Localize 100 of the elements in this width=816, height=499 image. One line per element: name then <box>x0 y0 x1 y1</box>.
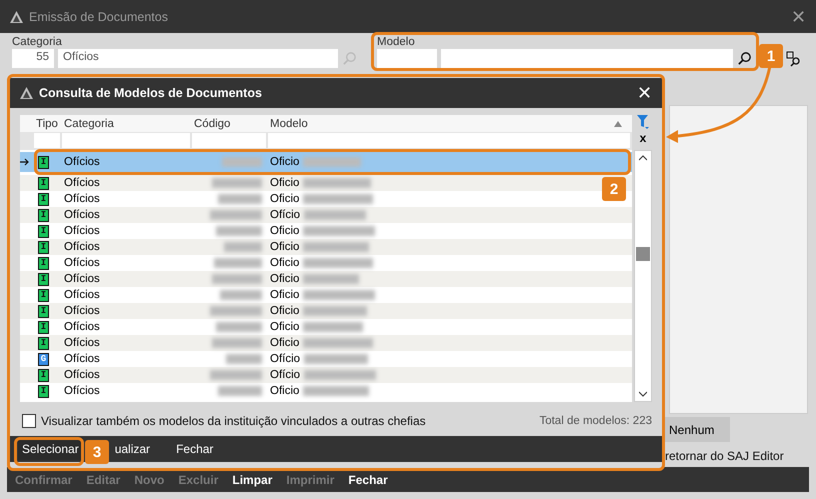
dialog-button[interactable]: ualizar <box>110 438 154 460</box>
table-row[interactable]: I Ofícios Oficio <box>20 239 632 255</box>
table-cell-text: Ofícios <box>63 321 101 333</box>
blurred-code <box>222 157 262 167</box>
model-field[interactable] <box>441 49 733 68</box>
table-row[interactable]: I Ofícios Ofício <box>20 367 632 383</box>
filter-icon[interactable] <box>636 115 650 130</box>
type-badge: G <box>38 352 49 366</box>
table-cell-text: Ofícios <box>63 257 101 269</box>
type-badge: I <box>38 176 49 190</box>
blurred-code <box>212 274 262 284</box>
sort-icon[interactable] <box>614 120 622 126</box>
tool-icon[interactable] <box>786 50 802 66</box>
current-row-icon <box>20 158 30 166</box>
table-cell-text: Ofícios <box>63 385 101 397</box>
toolbar-button[interactable]: Fechar <box>348 472 388 486</box>
type-badge: I <box>38 384 49 398</box>
logo-icon <box>10 10 23 22</box>
blurred-code <box>216 226 262 236</box>
column-header[interactable]: Código <box>192 118 268 130</box>
blurred-code <box>212 338 262 348</box>
type-badge: I <box>38 156 49 168</box>
close-icon[interactable]: ✕ <box>791 8 806 26</box>
close-icon[interactable]: ✕ <box>637 84 652 102</box>
table-cell-text: Ofícios <box>63 273 101 285</box>
table-cell-text: Oficio <box>269 289 300 301</box>
table-cell-text: Ofícios <box>63 156 101 168</box>
hint-text: retornar do SAJ Editor <box>664 448 785 463</box>
table-cell-text: Oficio <box>269 257 300 269</box>
window-title: Emissão de Documentos <box>29 10 169 24</box>
table-cell-text: Oficio <box>269 305 300 317</box>
blurred-code <box>226 354 262 364</box>
blurred-code <box>210 210 262 220</box>
step-badge: 3 <box>85 440 109 464</box>
table-cell-text: Oficio <box>269 156 300 168</box>
blurred-code <box>218 386 262 396</box>
table-cell-text: Ofícios <box>63 305 101 317</box>
blurred-name <box>304 210 366 220</box>
logo-icon <box>20 87 33 99</box>
table-row[interactable]: I Ofícios Oficio <box>20 271 632 287</box>
blurred-name <box>303 322 364 332</box>
type-badge: I <box>38 192 49 206</box>
table-row[interactable]: I Ofícios Ofício <box>20 207 632 223</box>
blurred-code <box>210 306 262 316</box>
filter-field[interactable] <box>268 133 630 148</box>
type-badge: I <box>38 256 49 270</box>
table-cell-text: Oficio <box>269 337 300 349</box>
column-header[interactable]: Modelo <box>268 118 614 130</box>
table-cell-text: Oficio <box>269 241 300 253</box>
type-badge: I <box>38 320 49 334</box>
table-cell-text: Oficio <box>269 273 300 285</box>
filter-field[interactable] <box>62 133 190 148</box>
clear-filter-button[interactable]: x <box>640 130 646 146</box>
code-field[interactable] <box>377 49 437 68</box>
filter-field[interactable] <box>34 133 60 148</box>
blurred-name <box>303 157 362 167</box>
type-badge: I <box>38 336 49 350</box>
table-cell-text: Oficio <box>269 193 300 205</box>
checkbox[interactable] <box>22 414 36 428</box>
blurred-name <box>303 338 374 348</box>
table-cell-text: Ofícios <box>63 225 101 237</box>
blurred-name <box>303 258 374 268</box>
field-label: Categoria <box>12 36 62 48</box>
type-badge: I <box>38 240 49 254</box>
column-header[interactable]: Tipo <box>34 118 62 130</box>
table-cell-text: Ofícios <box>63 289 101 301</box>
table-cell-text: Ofício <box>269 369 300 381</box>
table-row[interactable]: I Ofícios Oficio <box>20 303 632 319</box>
dialog-button[interactable]: Fechar <box>172 438 218 460</box>
scrollbar[interactable] <box>634 150 652 402</box>
scrollbar-thumb[interactable] <box>636 247 650 261</box>
blurred-code <box>210 370 262 380</box>
table-cell-text: Oficio <box>269 225 300 237</box>
table-cell-text: Ofício <box>269 209 300 221</box>
table-cell-text: Ofícios <box>63 193 101 205</box>
code-field[interactable]: 55 <box>12 49 54 68</box>
blurred-name <box>303 274 360 284</box>
blurred-code <box>224 242 262 252</box>
category-field[interactable]: Ofícios <box>58 49 338 68</box>
dialog-title: Consulta de Modelos de Documentos <box>39 86 263 100</box>
blurred-name <box>303 242 370 252</box>
toolbar-button[interactable]: Limpar <box>232 472 272 486</box>
table-cell-text: Ofícios <box>63 209 101 221</box>
scroll-up-icon[interactable] <box>639 155 647 161</box>
step-badge: 1 <box>759 44 783 68</box>
type-badge: I <box>38 224 49 238</box>
table-row[interactable]: I Ofícios Oficio <box>20 335 632 351</box>
none-button[interactable]: Nenhum <box>663 417 730 442</box>
scroll-down-icon[interactable] <box>639 391 647 397</box>
table-cell-text: Oficio <box>269 177 300 189</box>
blurred-name <box>304 354 368 364</box>
table-row[interactable]: I Ofícios Oficio <box>20 152 632 172</box>
search-icon[interactable] <box>737 51 752 66</box>
table-cell-text: Ofícios <box>63 353 101 365</box>
column-header[interactable]: Categoria <box>62 118 192 130</box>
type-badge: I <box>38 368 49 382</box>
blurred-name <box>303 386 370 396</box>
filter-field[interactable] <box>192 133 266 148</box>
checkbox-label: Visualizar também os modelos da instituição vinculados a outras chefias <box>41 414 426 428</box>
type-badge: I <box>38 272 49 286</box>
